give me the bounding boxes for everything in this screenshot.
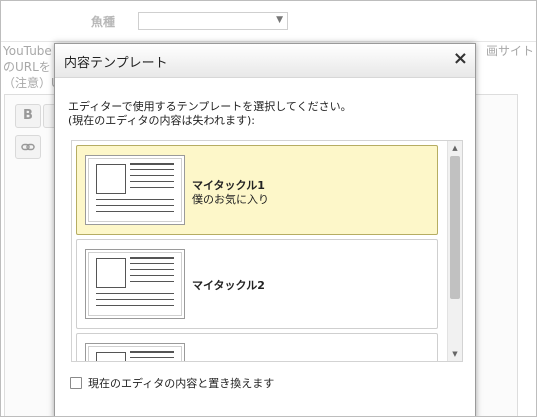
content-template-dialog: 内容テンプレート × エディターで使用するテンプレートを選択してください。 (現… [54, 43, 476, 416]
chevron-down-icon: ▼ [276, 15, 283, 25]
hint-text-right: 画サイト [485, 44, 534, 58]
replace-content-checkbox[interactable] [70, 377, 82, 389]
link-icon [21, 143, 35, 151]
template-list[interactable]: マイタックル1 僕のお気に入り マイタックル2 ▲ ▼ [71, 140, 463, 362]
hint-text-2: のURLを [3, 60, 51, 74]
bold-button[interactable]: B [15, 104, 41, 128]
fish-type-row: 魚種 ▼ [1, 1, 536, 42]
fish-type-select[interactable]: ▼ [138, 12, 288, 30]
close-icon[interactable]: × [453, 49, 468, 69]
replace-content-label: 現在のエディタの内容と置き換えます [88, 377, 275, 390]
template-description: 僕のお気に入り [192, 193, 269, 206]
hint-text-3: （注意）U [3, 76, 60, 90]
template-thumbnail-icon [85, 343, 185, 361]
template-thumbnail-icon [85, 155, 185, 225]
dialog-header: 内容テンプレート × [55, 44, 475, 78]
template-thumbnail-icon [85, 249, 185, 319]
link-button[interactable] [15, 135, 41, 159]
template-item-3[interactable] [76, 333, 438, 361]
dialog-description: エディターで使用するテンプレートを選択してください。 (現在のエディタの内容は失… [68, 100, 352, 127]
template-item-1[interactable]: マイタックル1 僕のお気に入り [76, 145, 438, 235]
scrollbar-thumb[interactable] [450, 156, 460, 299]
fish-type-label: 魚種 [91, 15, 116, 29]
scroll-up-icon[interactable]: ▲ [448, 141, 462, 155]
template-list-scrollbar[interactable]: ▲ ▼ [447, 141, 462, 361]
dialog-title: 内容テンプレート [64, 56, 168, 71]
replace-content-option[interactable]: 現在のエディタの内容と置き換えます [70, 375, 274, 391]
hint-text-1: YouTube [3, 44, 52, 58]
window: 魚種 ▼ YouTube のURLを （注意）U 画サイト B I 内容テンプレ… [0, 0, 537, 417]
scroll-down-icon[interactable]: ▼ [448, 347, 462, 361]
template-item-2[interactable]: マイタックル2 [76, 239, 438, 329]
template-name: マイタックル2 [192, 279, 265, 292]
